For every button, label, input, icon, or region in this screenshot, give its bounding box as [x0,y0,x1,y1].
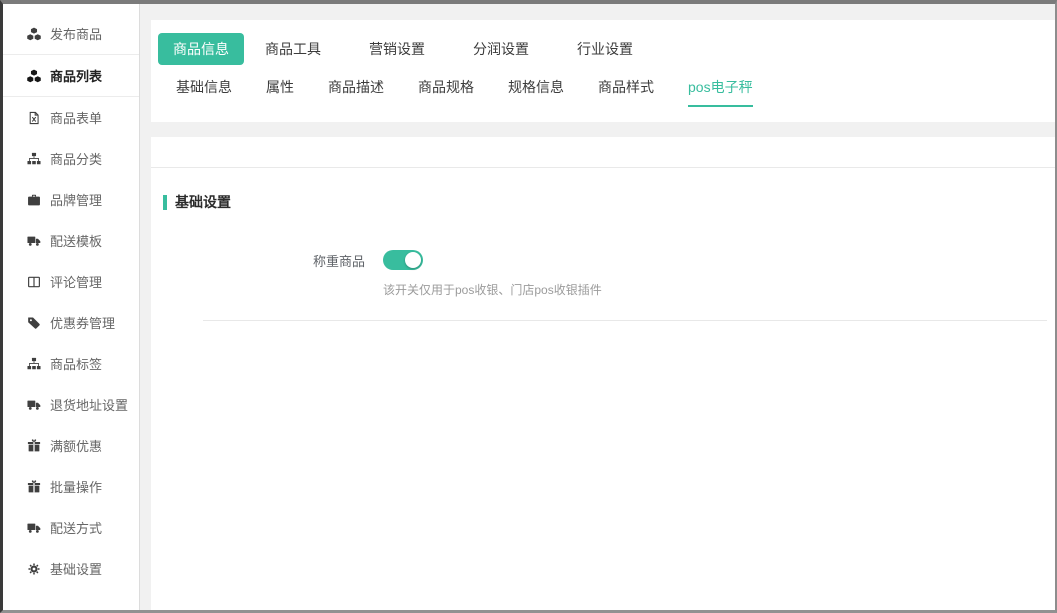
tags-icon [26,315,41,330]
section-accent-bar [163,195,167,210]
sidebar-item-label: 商品分类 [50,149,102,168]
section-title: 基础设置 [175,192,231,212]
sidebar-item-product-form[interactable]: 商品表单 [3,97,139,138]
sidebar-item-label: 评论管理 [50,272,102,291]
sidebar-item-label: 发布商品 [50,24,102,43]
sidebar-item-label: 商品表单 [50,108,102,127]
weigh-product-label: 称重商品 [151,251,365,270]
tab-product-style[interactable]: 商品样式 [598,77,654,107]
sitemap-icon [26,151,41,166]
sidebar-item-product-list[interactable]: 商品列表 [3,55,139,96]
sidebar-item-label: 商品列表 [50,66,102,85]
secondary-tab-bar: 基础信息 属性 商品描述 商品规格 规格信息 商品样式 pos电子秤 [158,77,1055,107]
tabs-card: 商品信息 商品工具 营销设置 分润设置 行业设置 基础信息 属性 商品描述 商品… [151,20,1055,122]
cubes-icon [26,26,41,41]
primary-tab-bar: 商品信息 商品工具 营销设置 分润设置 行业设置 [158,33,1055,65]
sidebar-item-full-discount[interactable]: 满额优惠 [3,425,139,466]
tab-product-spec[interactable]: 商品规格 [418,77,474,107]
toggle-knob [405,252,421,268]
tab-marketing-settings[interactable]: 营销设置 [369,39,425,59]
tab-pos-scale[interactable]: pos电子秤 [688,77,753,107]
app-window: 发布商品 商品列表 商品表单 商品分类 品牌管理 [0,0,1057,613]
sidebar-item-product-tags[interactable]: 商品标签 [3,343,139,384]
toggle-helper-text: 该开关仅用于pos收银、门店pos收银插件 [383,281,1055,298]
main-area: 商品信息 商品工具 营销设置 分润设置 行业设置 基础信息 属性 商品描述 商品… [141,4,1055,610]
sidebar-item-label: 商品标签 [50,354,102,373]
tab-product-tools[interactable]: 商品工具 [265,39,321,59]
sidebar-item-label: 品牌管理 [50,190,102,209]
sitemap-icon [26,356,41,371]
sidebar-item-review-management[interactable]: 评论管理 [3,261,139,302]
truck-icon [26,233,41,248]
sidebar: 发布商品 商品列表 商品表单 商品分类 品牌管理 [3,4,140,610]
weigh-product-row: 称重商品 [151,250,1055,270]
gift-icon [26,438,41,453]
content-card: 基础设置 称重商品 该开关仅用于pos收银、门店pos收银插件 [151,137,1055,610]
cubes-icon [26,68,41,83]
tab-profit-settings[interactable]: 分润设置 [473,39,529,59]
sidebar-item-label: 基础设置 [50,559,102,578]
truck-icon [26,397,41,412]
tab-spec-info[interactable]: 规格信息 [508,77,564,107]
weigh-product-toggle[interactable] [383,250,423,270]
sidebar-item-basic-settings[interactable]: 基础设置 [3,548,139,589]
sidebar-item-delivery-template[interactable]: 配送模板 [3,220,139,261]
gift-icon [26,479,41,494]
sidebar-item-label: 优惠券管理 [50,313,115,332]
sidebar-item-return-address-settings[interactable]: 退货地址设置 [3,384,139,425]
form-divider [203,320,1047,321]
sidebar-item-publish-product[interactable]: 发布商品 [3,13,139,54]
gear-icon [26,561,41,576]
columns-icon [26,274,41,289]
tab-product-description[interactable]: 商品描述 [328,77,384,107]
truck-icon [26,520,41,535]
sidebar-item-brand-management[interactable]: 品牌管理 [3,179,139,220]
content-top-divider [151,167,1055,168]
sidebar-item-label: 配送方式 [50,518,102,537]
file-excel-icon [26,110,41,125]
section-header: 基础设置 [163,192,1055,212]
sidebar-item-product-category[interactable]: 商品分类 [3,138,139,179]
briefcase-icon [26,192,41,207]
sidebar-item-delivery-method[interactable]: 配送方式 [3,507,139,548]
tab-product-info[interactable]: 商品信息 [158,33,244,65]
sidebar-item-label: 退货地址设置 [50,395,128,414]
tab-basic-info[interactable]: 基础信息 [176,77,232,107]
sidebar-item-batch-operations[interactable]: 批量操作 [3,466,139,507]
sidebar-item-coupon-management[interactable]: 优惠券管理 [3,302,139,343]
sidebar-item-label: 配送模板 [50,231,102,250]
tab-industry-settings[interactable]: 行业设置 [577,39,633,59]
sidebar-item-label: 满额优惠 [50,436,102,455]
sidebar-item-label: 批量操作 [50,477,102,496]
tab-attributes[interactable]: 属性 [266,77,294,107]
